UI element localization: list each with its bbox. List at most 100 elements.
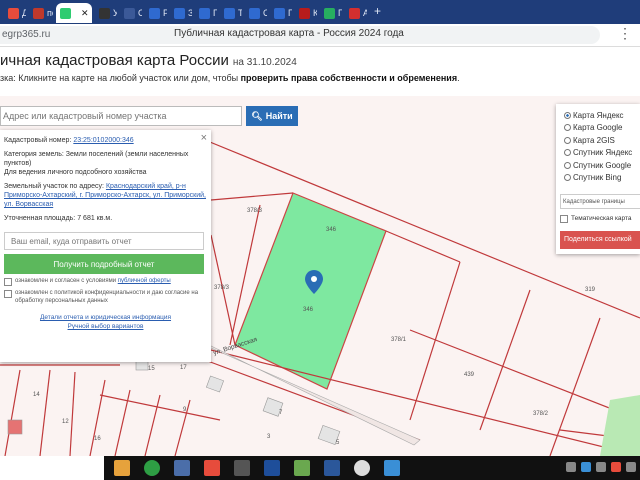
cadastral-row: Кадастровый номер: 23:25:0102000:346 xyxy=(4,136,207,145)
terminal-icon[interactable] xyxy=(294,460,310,476)
layer-radio[interactable] xyxy=(564,136,571,144)
browser-tab[interactable]: Ав xyxy=(345,3,367,23)
privacy-agreement: ознакомлен с политикой конфиденциальност… xyxy=(4,289,207,305)
layer-radio[interactable] xyxy=(564,124,571,132)
media-icon[interactable] xyxy=(204,460,220,476)
page-note: зка: Кликните на карте на любой участок … xyxy=(0,73,460,83)
layer-option[interactable]: Спутник Яндекс xyxy=(564,147,640,160)
tray-icon-4[interactable] xyxy=(611,462,621,472)
browser-tab[interactable]: По xyxy=(270,3,292,23)
tab-favicon-icon xyxy=(224,7,235,19)
yandex-icon[interactable] xyxy=(354,460,370,476)
offer-agreement: ознакомлен и согласен с условиями публич… xyxy=(4,277,207,286)
tab-close-icon[interactable]: ✕ xyxy=(81,8,89,19)
offer-checkbox[interactable] xyxy=(4,278,12,286)
browser-tab[interactable]: Ка xyxy=(295,3,317,23)
map-layers-panel: Карта Яндекс Карта Google Карта 2GIS Спутни… xyxy=(556,104,640,254)
label-7: 7 xyxy=(279,410,283,416)
tab-favicon-icon xyxy=(8,7,19,19)
selected-parcel[interactable] xyxy=(234,192,387,390)
buildings xyxy=(7,359,341,446)
more-menu-icon[interactable]: ⋮ xyxy=(618,25,632,42)
address-label: Земельный участок по адресу: xyxy=(4,183,104,190)
layer-option[interactable]: Спутник Google xyxy=(564,159,640,172)
layer-options: Карта Яндекс Карта Google Карта 2GIS Спутни… xyxy=(564,109,640,184)
label-5: 5 xyxy=(336,440,340,446)
cadastral-layer-select[interactable]: Кадастровые границы xyxy=(560,194,640,209)
layer-option-label: Карта Яндекс xyxy=(573,110,624,120)
page-title: ичная кадастровая карта России на 31.10.2… xyxy=(0,52,297,69)
browser-tab[interactable]: ✕ xyxy=(56,3,92,23)
browser-tab[interactable]: Сп xyxy=(120,3,142,23)
layer-radio[interactable] xyxy=(564,161,571,169)
tab-label: Д xyxy=(22,8,26,18)
calculator-icon[interactable] xyxy=(234,460,250,476)
tray-icon-1[interactable] xyxy=(566,462,576,472)
tab-favicon-icon xyxy=(174,7,185,19)
label-15: 15 xyxy=(148,366,155,372)
new-tab-icon[interactable]: + xyxy=(374,4,381,18)
browser-tab[interactable]: Пр xyxy=(195,3,217,23)
label-378-2: 378/2 xyxy=(533,411,549,417)
search-input[interactable] xyxy=(0,106,242,126)
report-details-link[interactable]: Детали отчета и юридическая информация xyxy=(40,314,171,321)
find-button[interactable]: 🔍︎ Найти xyxy=(246,106,298,126)
layer-radio[interactable] xyxy=(564,174,571,182)
tray-icon-2[interactable] xyxy=(581,462,591,472)
tab-favicon-icon xyxy=(249,7,260,19)
file-explorer-icon[interactable] xyxy=(114,460,130,476)
layer-option[interactable]: Карта Google xyxy=(564,122,640,135)
tab-favicon-icon xyxy=(199,7,210,19)
tab-label: То xyxy=(238,8,242,18)
layer-option[interactable]: Карта Яндекс xyxy=(564,109,640,122)
category-row: Категория земель: Земли поселений (земли… xyxy=(4,150,207,177)
tab-favicon-icon xyxy=(324,7,335,19)
cadastral-number-link[interactable]: 23:25:0102000:346 xyxy=(73,137,133,144)
area-value: 7 681 кв.м. xyxy=(77,215,113,222)
word-icon[interactable] xyxy=(324,460,340,476)
messenger-icon[interactable] xyxy=(384,460,400,476)
email-field[interactable] xyxy=(4,232,204,250)
tab-label: Ка xyxy=(313,8,317,18)
privacy-text: ознакомлен с политикой конфиденциальност… xyxy=(15,290,199,304)
label-378-3b: 378/3 xyxy=(214,285,230,291)
layer-radio[interactable] xyxy=(564,149,571,157)
tab-label: Пр xyxy=(213,8,217,18)
share-link-button[interactable]: Поделиться ссылкой xyxy=(560,231,640,249)
browser-tab[interactable]: Ск xyxy=(245,3,267,23)
browser-tab[interactable]: Ус xyxy=(95,3,117,23)
area-label: Уточненная площадь: xyxy=(4,215,76,222)
tab-favicon-icon xyxy=(299,7,310,19)
offer-link[interactable]: публичной оферты xyxy=(118,278,171,284)
tray-icon-5[interactable] xyxy=(626,462,636,472)
manual-select-link[interactable]: Ручной выбор вариантов xyxy=(68,323,144,330)
label-3: 3 xyxy=(267,434,271,440)
thematic-map-toggle[interactable]: Тематическая карта xyxy=(560,215,640,223)
photos-icon[interactable] xyxy=(264,460,280,476)
page-date: на 31.10.2024 xyxy=(232,57,297,68)
browser-tab[interactable]: пс xyxy=(29,3,53,23)
browser-tab[interactable]: Д xyxy=(4,3,26,23)
thematic-checkbox[interactable] xyxy=(560,215,568,223)
browser-tab-bar: Дпс ✕ Ус Сп Ре Зе Пр То Ск По Ка П Ав + xyxy=(0,0,640,24)
offer-text: ознакомлен и согласен с условиями xyxy=(15,278,118,284)
layer-option[interactable]: Карта 2GIS xyxy=(564,134,640,147)
browser-tab[interactable]: П xyxy=(320,3,342,23)
address-row: Земельный участок по адресу: Краснодарск… xyxy=(4,182,207,209)
browser-tab[interactable]: То xyxy=(220,3,242,23)
browser-tab[interactable]: Ре xyxy=(145,3,167,23)
layer-radio[interactable] xyxy=(564,111,571,119)
page-tab-heading: Публичная кадастровая карта - Россия 202… xyxy=(174,28,404,39)
app-icon[interactable] xyxy=(174,460,190,476)
get-report-button[interactable]: Получить подробный отчет xyxy=(4,254,204,274)
label-346-top: 346 xyxy=(326,227,337,233)
privacy-checkbox[interactable] xyxy=(4,290,12,298)
browser-icon[interactable] xyxy=(144,460,160,476)
close-icon[interactable]: × xyxy=(201,132,207,144)
browser-tab[interactable]: Зе xyxy=(170,3,192,23)
tab-label: Ус xyxy=(113,8,117,18)
label-16: 16 xyxy=(94,436,101,442)
layer-option[interactable]: Спутник Bing xyxy=(564,172,640,185)
tab-label: П xyxy=(338,8,342,18)
tray-icon-3[interactable] xyxy=(596,462,606,472)
